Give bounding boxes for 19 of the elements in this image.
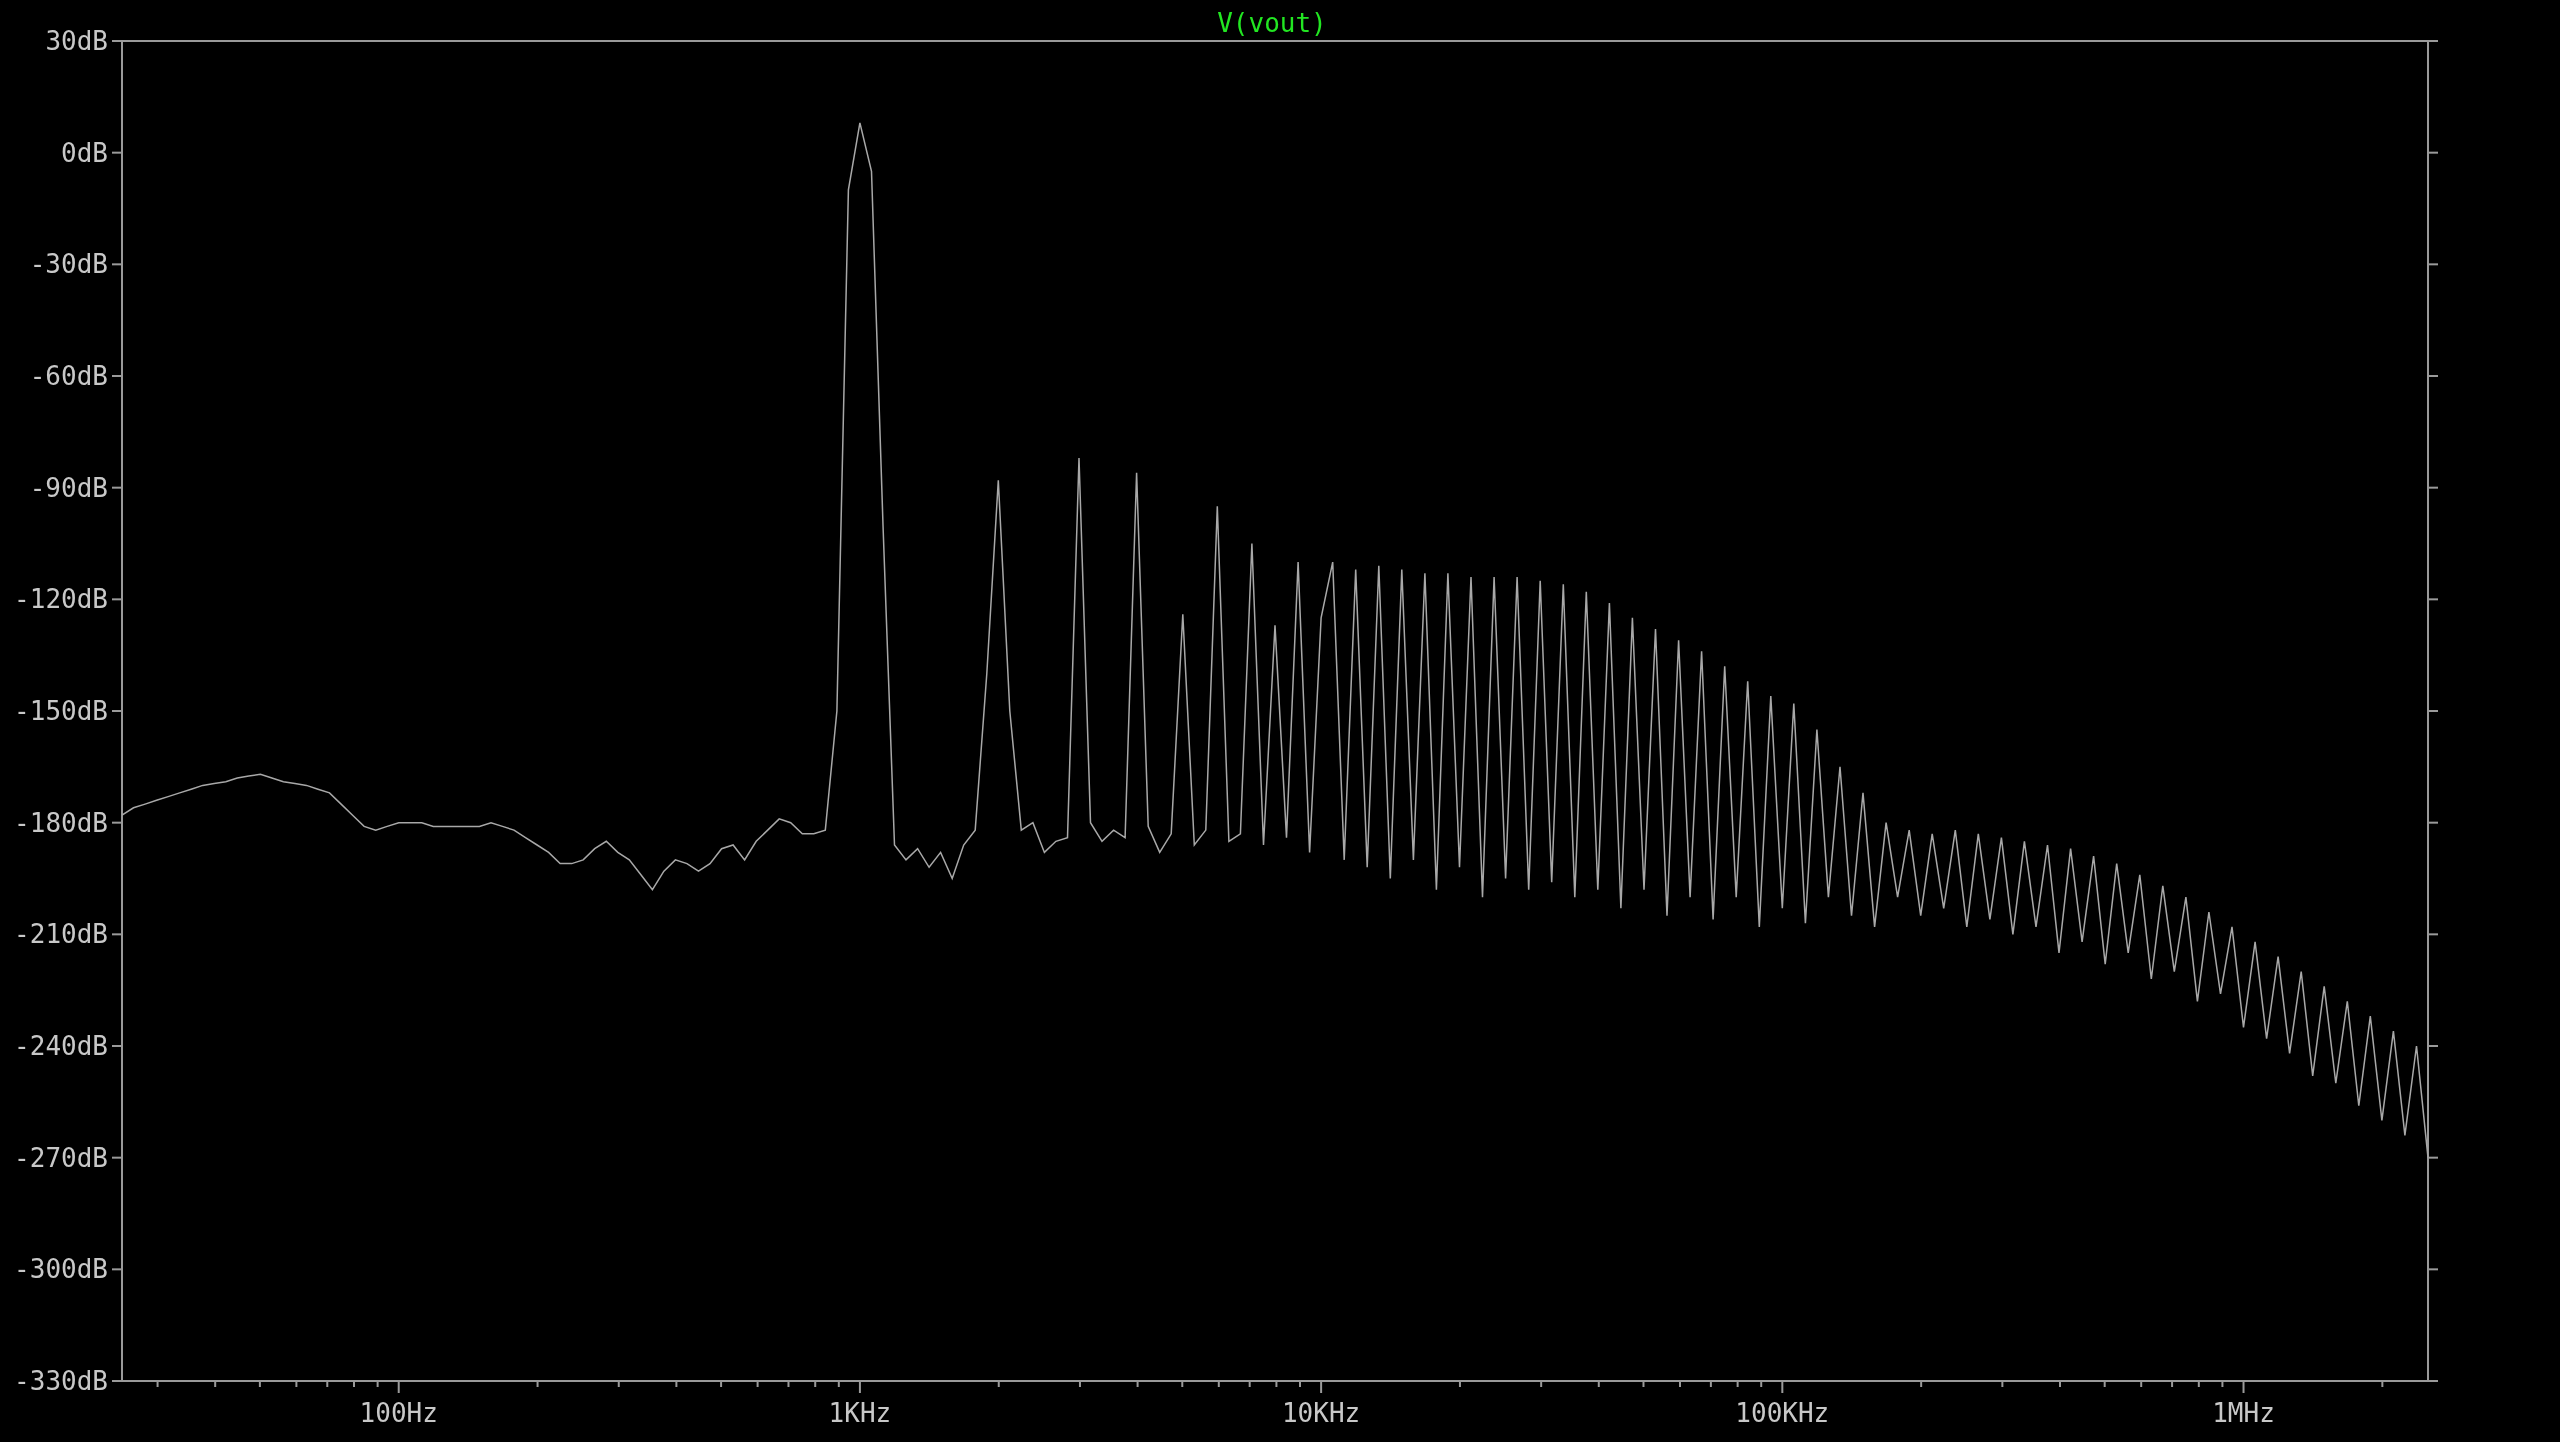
x-tick-label: 100KHz xyxy=(1735,1398,1830,1428)
y-tick-label: -270dB xyxy=(14,1142,108,1173)
y-tick-label: 0dB xyxy=(61,137,108,168)
y-tick-label: 30dB xyxy=(45,26,108,56)
x-tick-label: 1KHz xyxy=(828,1398,892,1428)
x-tick-label: 10KHz xyxy=(1282,1398,1361,1428)
y-tick-label: -240dB xyxy=(14,1031,108,1061)
y-tick-label: -330dB xyxy=(14,1366,108,1396)
trace-label: V(vout) xyxy=(1217,8,1327,38)
y-tick-label: -210dB xyxy=(14,919,108,950)
y-tick-label: -60dB xyxy=(29,361,108,391)
x-tick-label: 100Hz xyxy=(359,1398,438,1428)
y-tick-label: -90dB xyxy=(29,472,108,503)
y-tick-label: -180dB xyxy=(14,807,108,838)
y-tick-label: -30dB xyxy=(29,249,108,280)
y-tick-label: -300dB xyxy=(14,1254,108,1285)
x-tick-label: 1MHz xyxy=(2212,1398,2275,1428)
y-tick-label: -150dB xyxy=(14,696,108,726)
y-tick-label: -120dB xyxy=(14,584,108,615)
